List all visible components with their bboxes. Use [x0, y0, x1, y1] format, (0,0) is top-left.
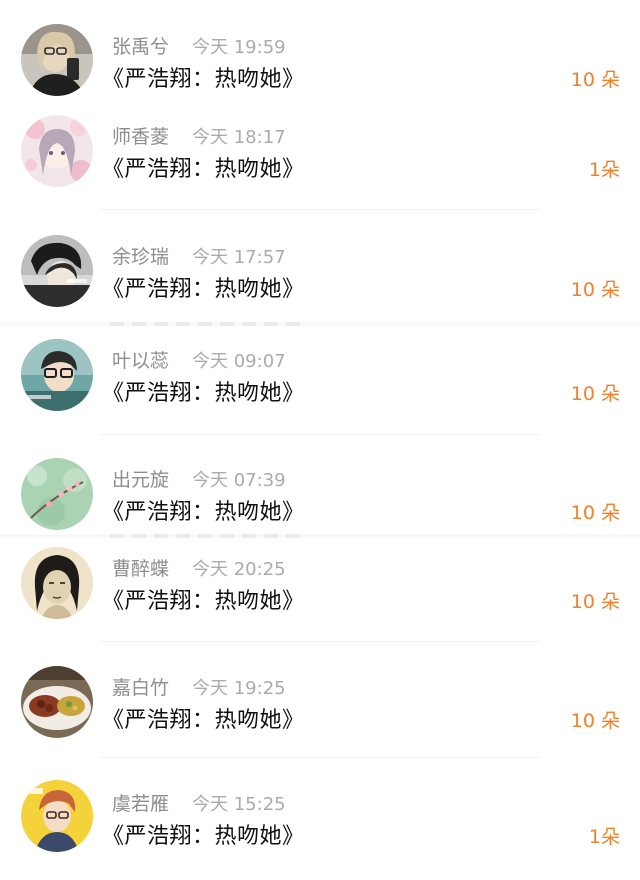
list-item[interactable]: 曹醉蝶 今天 20:25 《严浩翔：热吻她》 10 朵 [0, 540, 640, 650]
sender-name: 虞若雁 [112, 793, 170, 815]
avatar-image [21, 547, 93, 619]
screenshot-seam [0, 533, 640, 539]
anime-girl-flowers-avatar[interactable] [21, 115, 93, 187]
anime-boy-yellow-avatar[interactable] [21, 780, 93, 852]
green-blossom-avatar[interactable] [21, 458, 93, 530]
message-preview: 《严浩翔：热吻她》 [102, 67, 305, 92]
timestamp: 今天 15:25 [192, 794, 286, 815]
avatar-image [21, 235, 93, 307]
message-preview: 《严浩翔：热吻她》 [102, 500, 305, 525]
message-preview: 《严浩翔：热吻她》 [102, 277, 305, 302]
timestamp: 今天 09:07 [192, 351, 286, 372]
message-preview: 《严浩翔：热吻她》 [102, 589, 305, 614]
screenshot-seam [0, 321, 640, 327]
list-item[interactable]: 余珍瑞 今天 17:57 《严浩翔：热吻她》 10 朵 [0, 220, 640, 330]
timestamp: 今天 19:59 [192, 37, 286, 58]
row-divider [100, 641, 540, 642]
avatar-image [21, 339, 93, 411]
timestamp: 今天 07:39 [192, 470, 286, 491]
dark-hair-boy-avatar[interactable] [21, 235, 93, 307]
list-item[interactable]: 虞若雁 今天 15:25 《严浩翔：热吻她》 1朵 [0, 770, 640, 880]
screenshot-seam-ghost-text [110, 534, 300, 538]
gift-count: 1朵 [588, 826, 620, 848]
gift-count: 10 朵 [570, 69, 620, 91]
row-divider [100, 434, 540, 435]
timestamp: 今天 20:25 [192, 559, 286, 580]
sender-name: 师香菱 [112, 126, 170, 148]
screenshot-seam-ghost-text [110, 322, 300, 326]
sender-name: 叶以蕊 [112, 350, 170, 372]
gift-count: 10 朵 [570, 502, 620, 524]
message-preview: 《严浩翔：热吻她》 [102, 824, 305, 849]
timestamp: 今天 18:17 [192, 127, 286, 148]
sketch-portrait-avatar[interactable] [21, 547, 93, 619]
gift-count: 10 朵 [570, 591, 620, 613]
list-item[interactable]: 张禹兮 今天 19:59 《严浩翔：热吻她》 10 朵 [0, 0, 640, 110]
avatar-image [21, 115, 93, 187]
row-divider [100, 209, 540, 210]
timestamp: 今天 19:25 [192, 678, 286, 699]
row-divider [100, 757, 540, 758]
glasses-boy-avatar[interactable] [21, 339, 93, 411]
sender-name: 嘉白竹 [112, 677, 170, 699]
avatar-image [21, 458, 93, 530]
message-preview: 《严浩翔：热吻她》 [102, 381, 305, 406]
sender-name: 张禹兮 [112, 36, 170, 58]
avatar-image [21, 666, 93, 738]
list-item[interactable]: 师香菱 今天 18:17 《严浩翔：热吻她》 1朵 [0, 110, 640, 220]
avatar-image [21, 780, 93, 852]
sender-name: 出元旋 [112, 469, 170, 491]
timestamp: 今天 17:57 [192, 247, 286, 268]
gift-count: 10 朵 [570, 383, 620, 405]
list-item[interactable]: 叶以蕊 今天 09:07 《严浩翔：热吻她》 10 朵 [0, 330, 640, 440]
list-item[interactable]: 嘉白竹 今天 19:25 《严浩翔：热吻她》 10 朵 [0, 655, 640, 765]
sender-name: 曹醉蝶 [112, 558, 170, 580]
sender-name: 余珍瑞 [112, 246, 170, 268]
gift-count: 1朵 [588, 159, 620, 181]
gift-count: 10 朵 [570, 279, 620, 301]
gift-count: 10 朵 [570, 710, 620, 732]
message-preview: 《严浩翔：热吻她》 [102, 708, 305, 733]
message-list: 张禹兮 今天 19:59 《严浩翔：热吻她》 10 朵 师香菱 今天 18:17… [0, 0, 640, 867]
food-plate-avatar[interactable] [21, 666, 93, 738]
avatar-image [21, 24, 93, 96]
message-preview: 《严浩翔：热吻她》 [102, 157, 305, 182]
woman-selfie-avatar[interactable] [21, 24, 93, 96]
